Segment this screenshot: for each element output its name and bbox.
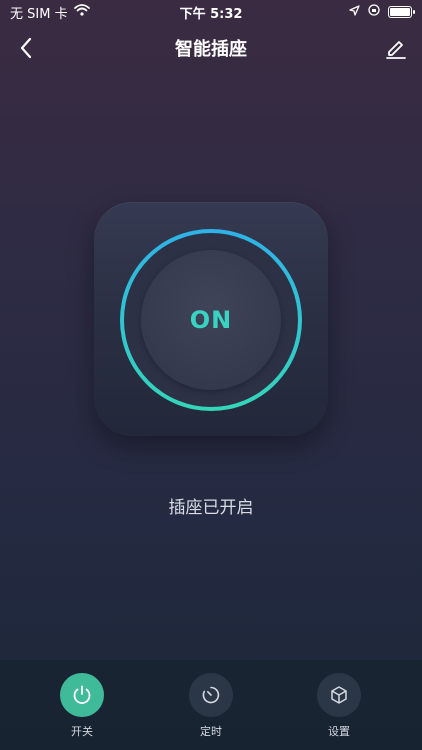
pencil-icon (386, 41, 406, 59)
tab-power-label: 开关 (71, 725, 93, 738)
status-left: 无 SIM 卡 (10, 3, 90, 22)
cube-icon (331, 686, 347, 704)
chevron-left-icon (20, 37, 32, 59)
switch-state-label: ON (189, 306, 233, 334)
edit-button[interactable] (382, 32, 410, 64)
tab-settings-label: 设置 (328, 725, 350, 738)
location-icon (349, 4, 360, 20)
tab-settings[interactable]: 设置 (299, 673, 379, 743)
tab-power-icon-bg (60, 673, 104, 717)
page-title: 智能插座 (175, 39, 247, 60)
nav-bar: 智能插座 (0, 28, 422, 68)
battery-level (390, 8, 410, 16)
power-switch[interactable]: ON (120, 229, 302, 411)
bottom-tab-bar: 开关 定时 设置 (0, 660, 422, 750)
lock-rotation-icon (368, 4, 380, 20)
status-right (349, 4, 415, 20)
wifi-icon (73, 4, 90, 20)
tab-settings-icon-bg (317, 673, 361, 717)
tab-timer-label: 定时 (200, 725, 222, 738)
socket-status-text: 插座已开启 (168, 498, 254, 518)
battery-icon (388, 6, 415, 18)
power-icon (73, 685, 91, 704)
carrier-label: 无 SIM 卡 (10, 6, 68, 22)
switch-ring-inner: ON (124, 233, 298, 407)
back-button[interactable] (12, 32, 40, 64)
tab-timer[interactable]: 定时 (171, 673, 251, 743)
switch-knob: ON (141, 250, 281, 390)
tab-power[interactable]: 开关 (42, 673, 122, 743)
timer-icon (202, 686, 220, 704)
status-bar: 无 SIM 卡 下午 5:32 (0, 0, 422, 24)
tab-timer-icon-bg (189, 673, 233, 717)
